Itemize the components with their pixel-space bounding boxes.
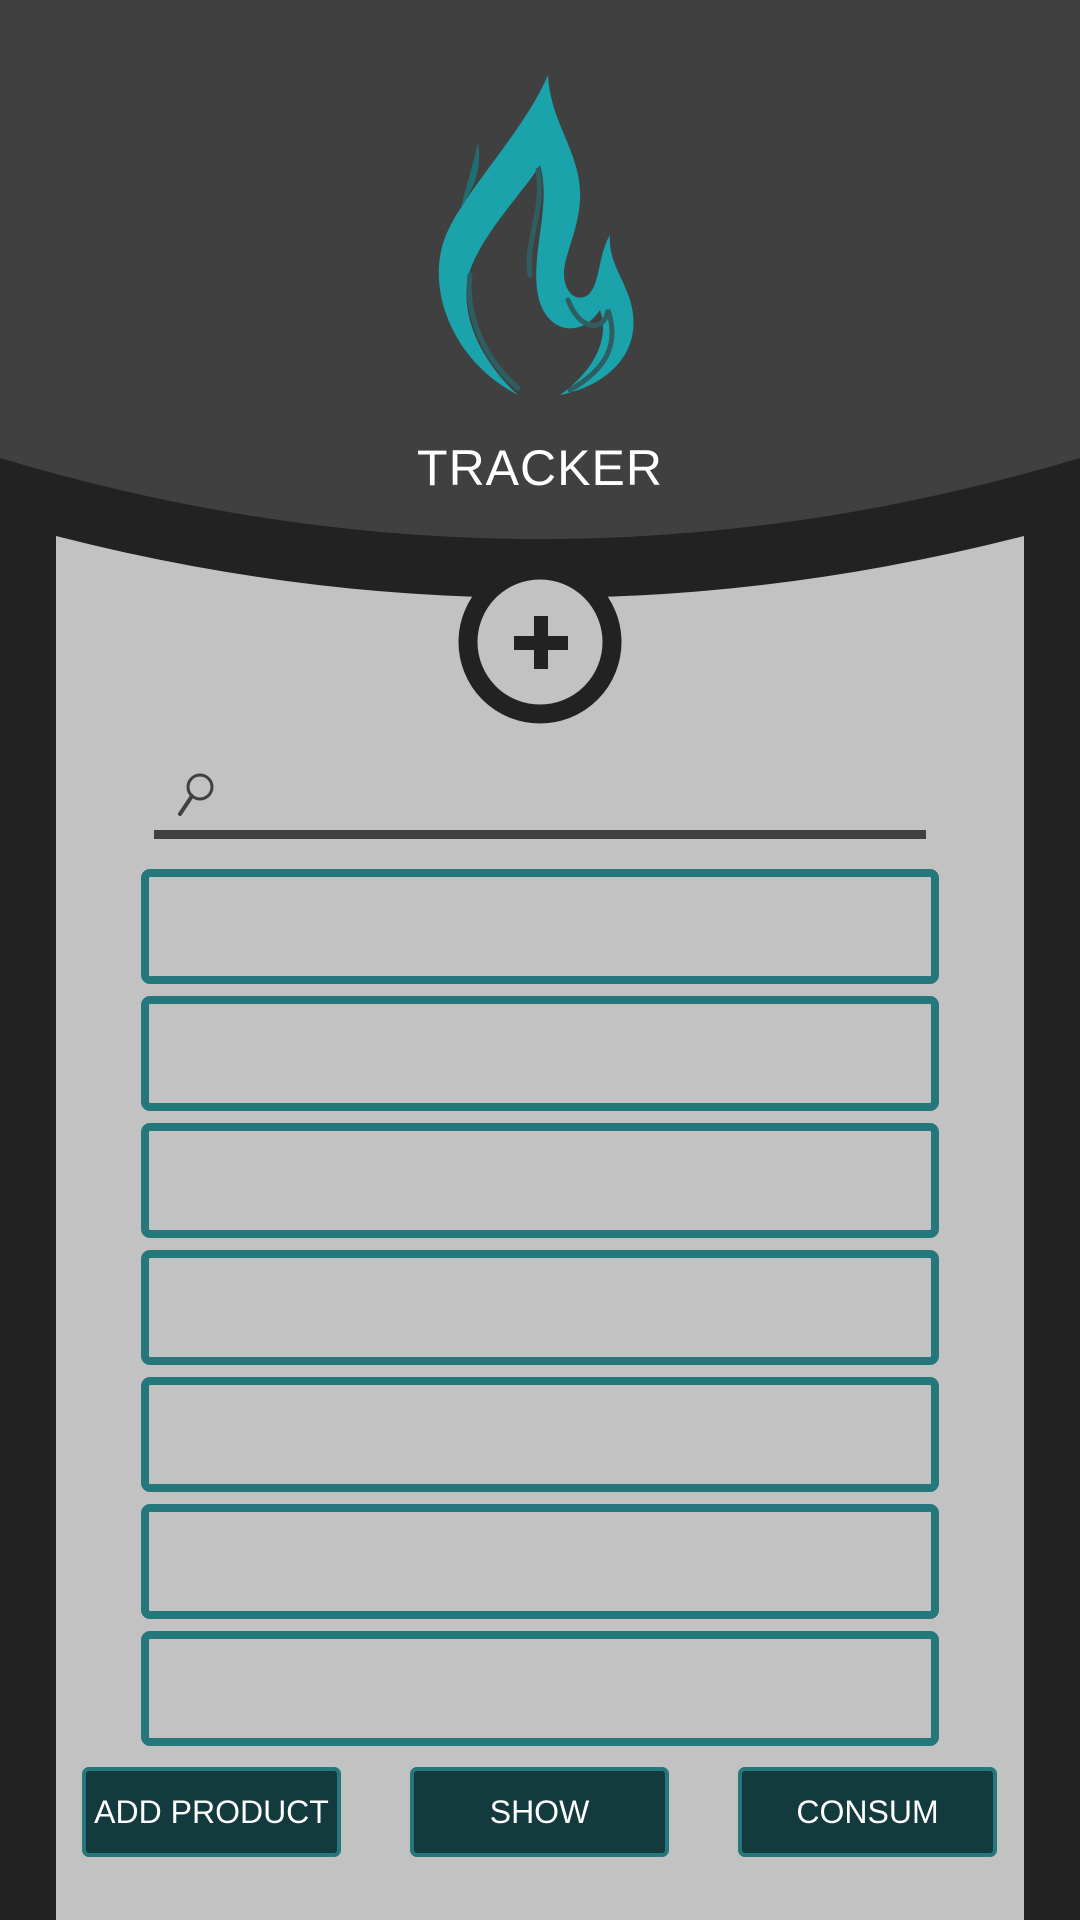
consum-button[interactable]: CONSUM	[738, 1767, 997, 1857]
flame-icon	[438, 75, 634, 395]
show-button[interactable]: SHOW	[410, 1767, 669, 1857]
list-item[interactable]	[141, 1250, 939, 1365]
search-bar	[154, 760, 926, 840]
add-button[interactable]	[458, 560, 622, 724]
list-item[interactable]	[141, 869, 939, 984]
list-item[interactable]	[141, 1631, 939, 1746]
app-title: TRACKER	[417, 440, 663, 496]
add-product-button[interactable]: ADD PRODUCT	[82, 1767, 341, 1857]
list-item[interactable]	[141, 1377, 939, 1492]
list-item[interactable]	[141, 1123, 939, 1238]
search-input[interactable]	[224, 770, 918, 822]
search-icon[interactable]	[176, 772, 216, 818]
list-item[interactable]	[141, 996, 939, 1111]
product-list	[141, 869, 939, 1758]
search-underline	[154, 830, 926, 839]
list-item[interactable]	[141, 1504, 939, 1619]
